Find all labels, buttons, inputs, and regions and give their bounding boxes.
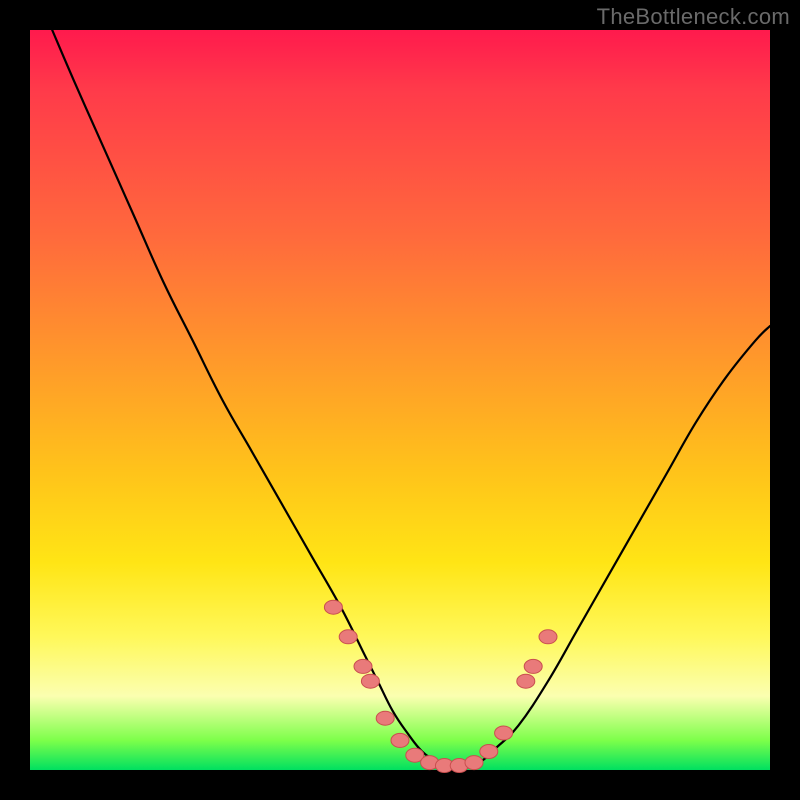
marker-dot: [376, 711, 394, 725]
marker-dot: [495, 726, 513, 740]
marker-dot: [524, 659, 542, 673]
marker-dot: [324, 600, 342, 614]
marker-dot: [354, 659, 372, 673]
watermark-text: TheBottleneck.com: [597, 4, 790, 30]
marker-dot: [539, 630, 557, 644]
curve-markers: [324, 600, 557, 772]
bottleneck-curve: [52, 30, 770, 766]
plot-area: [30, 30, 770, 770]
marker-dot: [391, 733, 409, 747]
chart-stage: TheBottleneck.com: [0, 0, 800, 800]
chart-svg: [30, 30, 770, 770]
marker-dot: [480, 745, 498, 759]
marker-dot: [517, 674, 535, 688]
marker-dot: [361, 674, 379, 688]
marker-dot: [339, 630, 357, 644]
marker-dot: [465, 756, 483, 770]
